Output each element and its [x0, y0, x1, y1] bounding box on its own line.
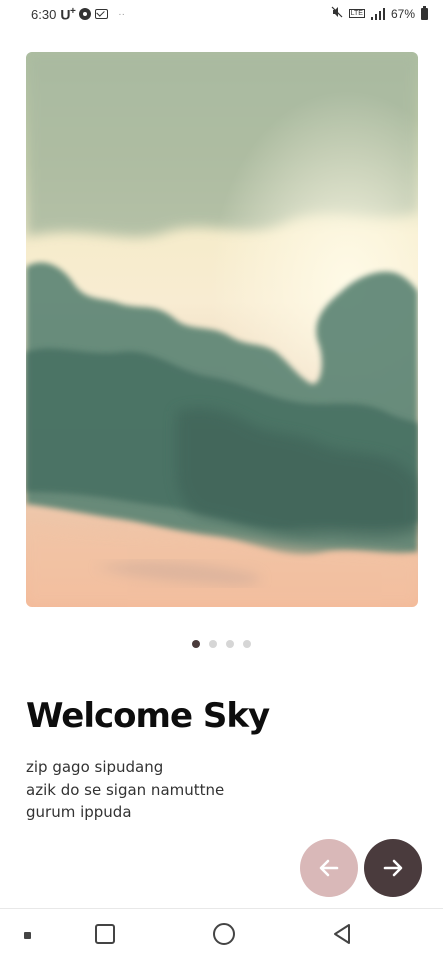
mute-icon [331, 6, 343, 21]
page-dot-1[interactable] [192, 640, 200, 648]
back-icon[interactable] [331, 922, 353, 951]
page-dot-2[interactable] [209, 640, 217, 648]
description-line: zip gago sipudang [26, 758, 164, 776]
arrow-left-icon [319, 859, 339, 877]
system-nav-bar [0, 908, 443, 961]
description-line: azik do se sigan namuttne [26, 780, 225, 799]
onboarding-description: zip gago sipudang azik do se sigan namut… [26, 756, 224, 824]
status-bar: 6:30 U+ ·· LTE 67% [0, 0, 443, 30]
mail-icon [95, 9, 109, 20]
battery-percent: 67% [390, 6, 415, 21]
o-circle-icon [79, 8, 92, 21]
notification-dot-icon: ·· [118, 8, 125, 20]
recents-icon[interactable] [95, 924, 115, 944]
onboarding-title: Welcome Sky [26, 696, 270, 736]
page-indicator [0, 640, 443, 648]
arrow-right-icon [383, 859, 403, 877]
description-line: gurum ippuda [26, 803, 132, 821]
lte-icon: LTE [348, 9, 365, 18]
hero-image [26, 52, 418, 607]
previous-button[interactable] [300, 839, 358, 897]
page-dot-3[interactable] [226, 640, 234, 648]
battery-icon [421, 5, 428, 20]
status-time: 6:30 [31, 6, 57, 22]
carrier-logo: U+ [60, 6, 76, 23]
home-icon[interactable] [213, 923, 235, 945]
menu-dot-icon[interactable] [24, 932, 31, 939]
page-dot-4[interactable] [243, 640, 251, 648]
status-right: LTE 67% [331, 5, 428, 21]
next-button[interactable] [364, 839, 422, 897]
signal-icon [370, 7, 385, 20]
status-left: 6:30 U+ ·· [31, 6, 125, 23]
